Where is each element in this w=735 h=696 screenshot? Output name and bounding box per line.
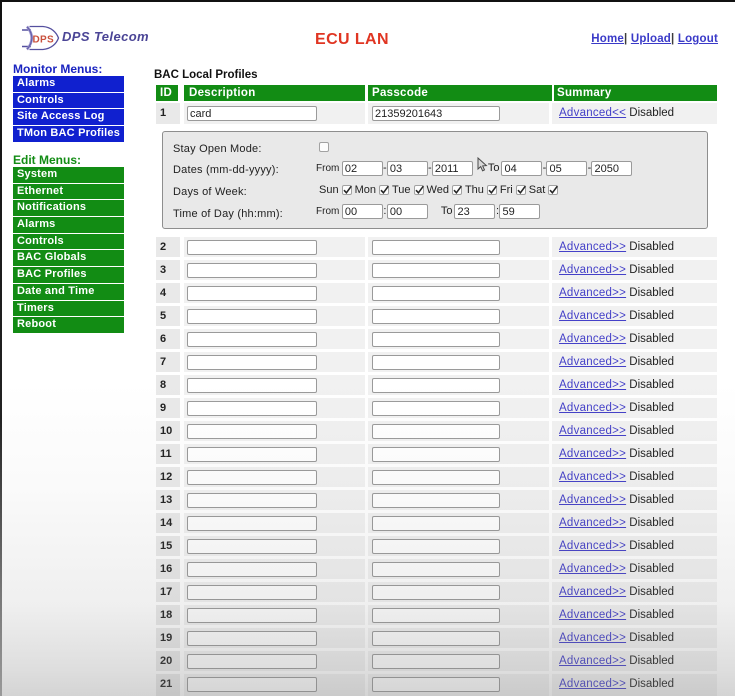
svg-text:DPS: DPS: [33, 35, 54, 46]
